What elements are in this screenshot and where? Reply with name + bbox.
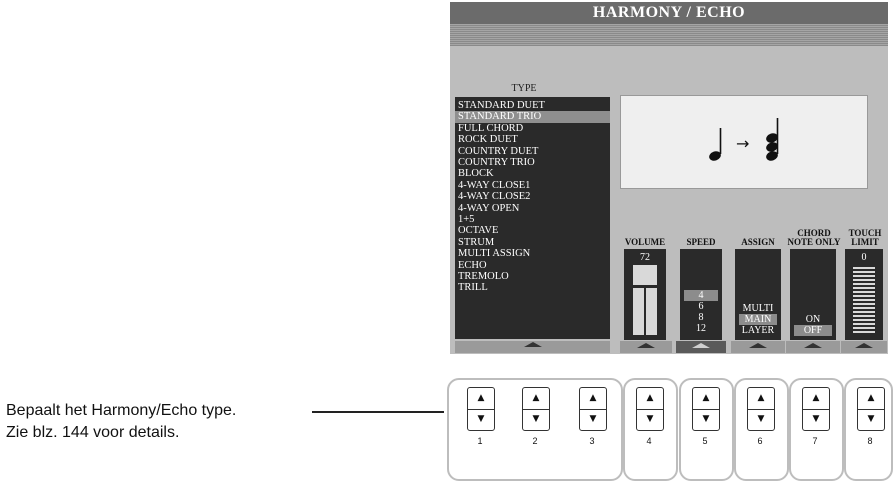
chord-note-only-option[interactable]: ON — [794, 314, 832, 325]
hw-button-number: 3 — [589, 436, 595, 446]
hw-button-number: 8 — [867, 436, 873, 446]
volume-panel: 72 — [624, 249, 666, 340]
type-list-item[interactable]: 4-WAY CLOSE1 — [455, 180, 610, 191]
touch-limit-fader[interactable] — [853, 265, 875, 335]
hw-button-number: 6 — [757, 436, 763, 446]
volume-fader[interactable] — [633, 265, 657, 335]
hw-button-number: 7 — [812, 436, 818, 446]
down-triangle-icon[interactable]: ▼ — [523, 409, 549, 430]
type-list-item[interactable]: 4-WAY OPEN — [455, 203, 610, 214]
up-arrow-icon — [637, 343, 655, 348]
chord-note-only-panel: ON OFF — [790, 249, 836, 340]
hw-button-6[interactable]: ▲ ▼ — [747, 387, 775, 431]
up-triangle-icon[interactable]: ▲ — [803, 388, 829, 410]
down-triangle-icon[interactable]: ▼ — [803, 409, 829, 430]
speed-label: SPEED — [686, 237, 716, 247]
down-triangle-icon[interactable]: ▼ — [858, 409, 884, 430]
type-list-item[interactable]: ROCK DUET — [455, 134, 610, 145]
limit-label: LIMIT — [851, 237, 879, 247]
hw-button-4[interactable]: ▲ ▼ — [636, 387, 664, 431]
type-list-item[interactable]: STANDARD DUET — [455, 100, 610, 111]
hw-button-5[interactable]: ▲ ▼ — [692, 387, 720, 431]
up-triangle-icon[interactable]: ▲ — [523, 388, 549, 410]
down-triangle-icon[interactable]: ▼ — [748, 409, 774, 430]
type-list-item[interactable]: 1+5 — [455, 214, 610, 225]
type-list-item[interactable]: 4-WAY CLOSE2 — [455, 191, 610, 202]
up-arrow-icon — [804, 343, 822, 348]
type-list[interactable]: STANDARD DUET STANDARD TRIO FULL CHORD ROCK… — [455, 97, 610, 339]
type-list-item[interactable]: TREMOLO — [455, 271, 610, 282]
volume-value: 72 — [640, 252, 650, 263]
speed-option[interactable]: 6 — [684, 301, 718, 312]
speed-panel: 4 6 8 12 — [680, 249, 722, 340]
type-list-item[interactable]: MULTI ASSIGN — [455, 248, 610, 259]
type-list-item[interactable]: TRILL — [455, 282, 610, 293]
up-triangle-icon[interactable]: ▲ — [693, 388, 719, 410]
hw-button-1[interactable]: ▲ ▼ — [467, 387, 495, 431]
type-list-item[interactable]: STANDARD TRIO — [455, 111, 610, 123]
chord-note-only-up-button[interactable] — [786, 341, 840, 353]
type-list-item[interactable]: STRUM — [455, 237, 610, 248]
hw-button-number: 4 — [646, 436, 652, 446]
arrow-text: → — [736, 134, 749, 153]
assign-label: ASSIGN — [741, 237, 775, 247]
speed-option[interactable]: 4 — [684, 290, 718, 301]
up-triangle-icon[interactable]: ▲ — [468, 388, 494, 410]
type-list-item[interactable]: COUNTRY DUET — [455, 146, 610, 157]
type-list-item[interactable]: COUNTRY TRIO — [455, 157, 610, 168]
touch-limit-up-button[interactable] — [841, 341, 887, 353]
assign-option[interactable]: LAYER — [739, 325, 777, 336]
speed-up-button[interactable] — [676, 341, 726, 353]
type-list-item[interactable]: BLOCK — [455, 168, 610, 179]
hw-button-number: 1 — [477, 436, 483, 446]
assign-option[interactable]: MAIN — [739, 314, 777, 325]
screen-title: HARMONY / ECHO — [450, 2, 888, 24]
up-arrow-icon — [855, 343, 873, 348]
chord-note-only-option[interactable]: OFF — [794, 325, 832, 336]
touch-limit-panel: 0 — [845, 249, 883, 340]
volume-label: VOLUME — [624, 237, 666, 247]
up-arrow-icon — [523, 342, 542, 347]
up-triangle-icon[interactable]: ▲ — [580, 388, 606, 410]
up-triangle-icon[interactable]: ▲ — [858, 388, 884, 410]
up-triangle-icon[interactable]: ▲ — [637, 388, 663, 410]
up-arrow-icon — [692, 343, 710, 348]
volume-up-button[interactable] — [620, 341, 672, 353]
header-stripe — [450, 24, 888, 46]
hw-button-8[interactable]: ▲ ▼ — [857, 387, 885, 431]
speed-option[interactable]: 12 — [684, 323, 718, 334]
note-only-label: NOTE ONLY — [787, 237, 841, 247]
notation-display: → — [620, 95, 868, 189]
type-list-item[interactable]: FULL CHORD — [455, 123, 610, 134]
touch-limit-value: 0 — [861, 252, 867, 263]
hw-button-3[interactable]: ▲ ▼ — [579, 387, 607, 431]
down-triangle-icon[interactable]: ▼ — [468, 409, 494, 430]
down-triangle-icon[interactable]: ▼ — [580, 409, 606, 430]
type-heading: TYPE — [511, 83, 537, 94]
assign-panel: MULTI MAIN LAYER — [735, 249, 781, 340]
hw-button-7[interactable]: ▲ ▼ — [802, 387, 830, 431]
type-list-item[interactable]: OCTAVE — [455, 225, 610, 236]
caption: Bepaalt het Harmony/Echo type. Zie blz. … — [6, 400, 236, 444]
assign-option[interactable]: MULTI — [739, 303, 777, 314]
hw-button-number: 2 — [532, 436, 538, 446]
speed-option[interactable]: 8 — [684, 312, 718, 323]
harmony-notation-icon: → — [709, 118, 779, 161]
down-triangle-icon[interactable]: ▼ — [637, 409, 663, 430]
caption-line-2: Zie blz. 144 voor details. — [6, 424, 180, 441]
type-list-item[interactable]: ECHO — [455, 260, 610, 271]
leader-line — [312, 411, 444, 413]
hw-button-2[interactable]: ▲ ▼ — [522, 387, 550, 431]
up-triangle-icon[interactable]: ▲ — [748, 388, 774, 410]
type-updown-bar[interactable] — [455, 341, 610, 353]
up-arrow-icon — [749, 343, 767, 348]
caption-line-1: Bepaalt het Harmony/Echo type. — [6, 402, 237, 419]
down-triangle-icon[interactable]: ▼ — [693, 409, 719, 430]
assign-up-button[interactable] — [731, 341, 785, 353]
hw-button-number: 5 — [702, 436, 708, 446]
